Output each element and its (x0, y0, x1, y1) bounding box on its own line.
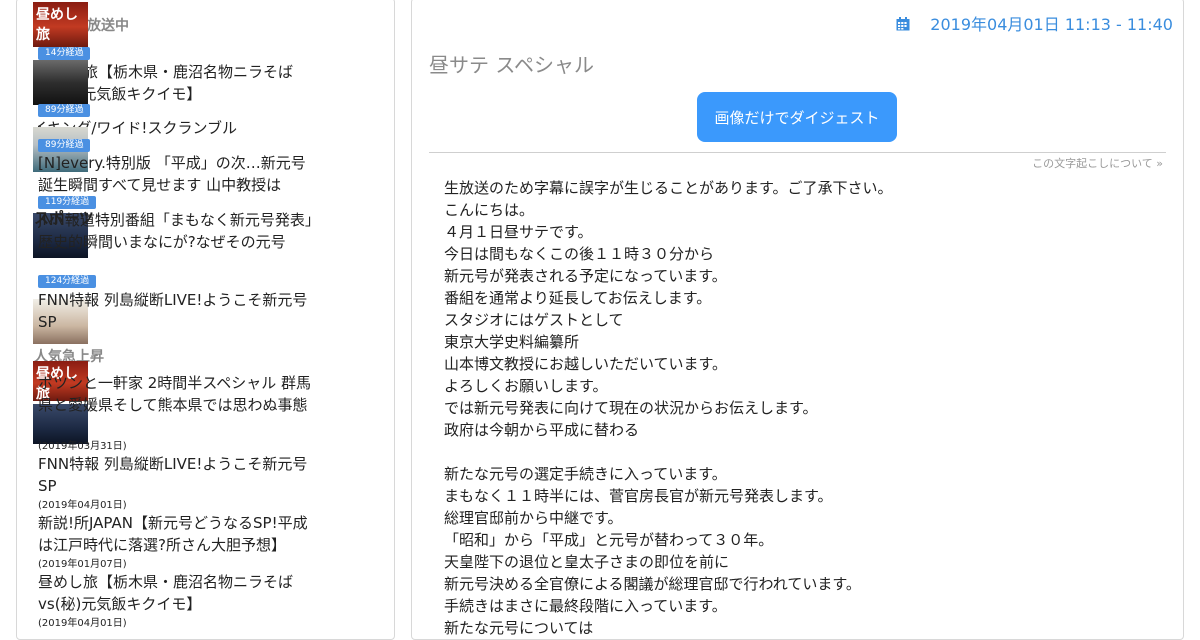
elapsed-badge: 89分経過 (38, 104, 91, 117)
elapsed-badge: 119分経過 (38, 196, 97, 209)
transcript-panel: 2019年04月01日 11:13 - 11:40 昼サテ スペシャル 画像だけ… (411, 0, 1184, 640)
transcript-line: スタジオにはゲストとして (444, 311, 624, 329)
program-title[interactable]: 新説!所JAPAN【新元号どうなるSP!平成は江戸時代に落選?所さん大胆予想】 (38, 512, 313, 556)
program-title[interactable]: JNN報道特別番組「まもなく新元号発表」歴史的瞬間いまなにが?なぜその元号 (38, 209, 313, 253)
transcript-line: 番組を通常より延長してお伝えします。 (444, 289, 712, 307)
program-thumbnail (33, 60, 88, 105)
transcript-line: 総理官邸前から中継です。 (444, 509, 623, 527)
transcript-line: 「昭和」から「平成」と元号が替わって３０年。 (444, 531, 774, 549)
transcript-line: 新元号決める全官僚による閣議が総理官邸で行われています。 (444, 575, 861, 593)
sidebar-panel: 放送中 昼めし旅 14分経過 昼めし旅【栃木県・鹿沼名物ニラそば vs(秘)元気… (16, 0, 395, 640)
about-transcript-link[interactable]: この文字起こしについて » (1032, 155, 1163, 171)
transcript-line: 新元号が発表される予定になっています。 (444, 267, 727, 285)
air-date: (2019年01月07日) (38, 559, 127, 570)
program-thumbnail: 昼めし旅 (33, 2, 88, 47)
transcript-body: 生放送のため字幕に誤字が生じることがあります。ご了承下さい。 こんにちは。 ４月… (444, 177, 1154, 639)
program-title[interactable]: [N]every.特別版 「平成」の次…新元号 誕生瞬間すべて見せます 山中教授… (38, 152, 313, 196)
program-title[interactable]: FNN特報 列島縦断LIVE!ようこそ新元号SP (38, 453, 313, 497)
program-title[interactable]: ポツンと一軒家 2時間半スペシャル 群馬県と愛媛県そして熊本県では思わぬ事態 (38, 372, 313, 416)
transcript-line: 今日は間もなくこの後１１時３０分から (444, 245, 715, 263)
elapsed-badge: 89分経過 (38, 139, 91, 152)
program-title[interactable]: 昼めし旅【栃木県・鹿沼名物ニラそば vs(秘)元気飯キクイモ】 (38, 571, 313, 615)
air-date: (2019年03月31日) (38, 441, 127, 452)
elapsed-badge: 14分経過 (38, 47, 91, 60)
air-date: (2019年04月01日) (38, 618, 127, 629)
transcript-line (444, 441, 1154, 463)
air-date: (2019年04月01日) (38, 500, 127, 511)
transcript-line: 山本博文教授にお越しいただいています。 (444, 355, 728, 373)
transcript-line: よろしくお願いします。 (444, 377, 608, 395)
transcript-line: ４月１日昼サテです。 (444, 223, 593, 241)
transcript-line: 新たな元号については (444, 619, 594, 637)
transcript-line: まもなく１１時半には、菅官房長官が新元号発表します。 (444, 487, 833, 505)
transcript-line: では新元号発表に向けて現在の状況からお伝えします。 (444, 399, 818, 417)
transcript-line: 天皇陛下の退位と皇太子さまの即位を前に (444, 553, 730, 571)
transcript-line: 政府は今朝から平成に替わる (444, 421, 640, 439)
calendar-icon (896, 16, 910, 31)
transcript-line: 東京大学史料編纂所 (444, 333, 580, 351)
program-title[interactable]: FNN特報 列島縦断LIVE!ようこそ新元号SP (38, 289, 313, 333)
transcript-line: 新たな元号の選定手続きに入っています。 (444, 465, 727, 483)
divider (429, 152, 1166, 153)
transcript-line: 生放送のため字幕に誤字が生じることがあります。ご了承下さい。 (444, 179, 893, 197)
datetime-text: 2019年04月01日 11:13 - 11:40 (930, 15, 1173, 34)
digest-button[interactable]: 画像だけでダイジェスト (697, 92, 897, 142)
broadcast-datetime: 2019年04月01日 11:13 - 11:40 (896, 11, 1173, 35)
transcript-line: こんにちは。 (444, 201, 535, 219)
page-title: 昼サテ スペシャル (429, 53, 594, 77)
transcript-line: 手続きはまさに最終段階に入っています。 (444, 597, 727, 615)
elapsed-badge: 124分経過 (38, 275, 97, 288)
